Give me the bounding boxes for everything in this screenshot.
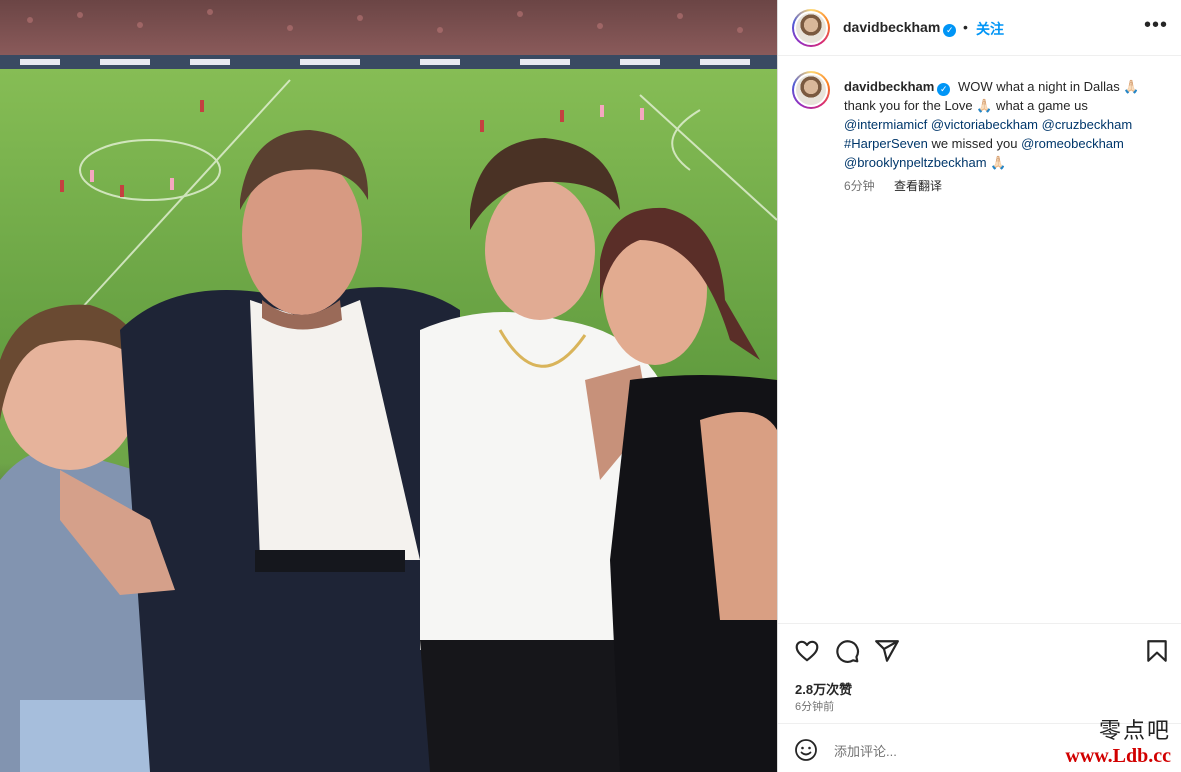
post-details-panel: davidbeckham ✓ • 关注 ••• davidbeckham ✓ WOW…	[777, 0, 1181, 772]
see-translation-link[interactable]: 查看翻译	[894, 179, 942, 193]
caption-meta: 6分钟 查看翻译	[844, 177, 942, 194]
caption-text: davidbeckham ✓ WOW what a night in Dallas…	[844, 77, 1164, 172]
mention-cruzbeckham[interactable]: @cruzbeckham	[1042, 117, 1133, 132]
heart-icon[interactable]	[794, 638, 820, 664]
share-icon[interactable]	[874, 638, 900, 664]
mention-victoriabeckham[interactable]: @victoriabeckham	[931, 117, 1038, 132]
mention-romeobeckham[interactable]: @romeobeckham	[1021, 136, 1124, 151]
watermark-url: www.Ldb.cc	[1065, 745, 1171, 767]
author-username-text[interactable]: davidbeckham	[843, 19, 940, 35]
caption-username-text[interactable]: davidbeckham	[844, 79, 934, 94]
photo-illustration	[0, 0, 777, 772]
author-avatar[interactable]	[792, 9, 830, 47]
watermark-chinese: 零点吧	[1098, 719, 1171, 744]
more-options-icon[interactable]: •••	[1144, 14, 1168, 37]
caption-author-avatar[interactable]	[792, 71, 830, 109]
caption-line1: WOW what a night in Dallas 🙏🏻	[957, 79, 1140, 94]
post-time[interactable]: 6分钟前	[795, 698, 834, 714]
smiley-icon[interactable]	[794, 738, 818, 762]
post-photo[interactable]	[0, 0, 777, 772]
bookmark-icon[interactable]	[1144, 638, 1170, 664]
caption-username[interactable]: davidbeckham ✓	[844, 79, 951, 96]
likes-count[interactable]: 2.8万次赞	[795, 679, 852, 698]
header-separator: •	[963, 19, 968, 35]
comment-icon[interactable]	[834, 638, 860, 664]
caption-verified-badge-icon: ✓	[937, 83, 951, 96]
caption-age[interactable]: 6分钟	[844, 179, 875, 193]
author-username[interactable]: davidbeckham ✓	[843, 19, 957, 37]
watermark: 零点吧 www.Ldb.cc	[1065, 713, 1171, 768]
post-header: davidbeckham ✓ • 关注 •••	[778, 0, 1181, 56]
caption-end-emoji: 🙏🏻	[990, 155, 1007, 170]
caption-line2: thank you for the Love 🙏🏻 what a game us	[844, 98, 1088, 113]
mention-brooklynpeltzbeckham[interactable]: @brooklynpeltzbeckham	[844, 155, 987, 170]
action-bar	[778, 623, 1181, 678]
caption-missed-text: we missed you	[931, 136, 1018, 151]
comment-input[interactable]: 添加评论...	[834, 741, 897, 760]
hashtag-harperseven[interactable]: #HarperSeven	[844, 136, 928, 151]
verified-badge-icon: ✓	[943, 24, 957, 37]
mention-intermiamicf[interactable]: @intermiamicf	[844, 117, 927, 132]
follow-button[interactable]: 关注	[976, 19, 1004, 39]
